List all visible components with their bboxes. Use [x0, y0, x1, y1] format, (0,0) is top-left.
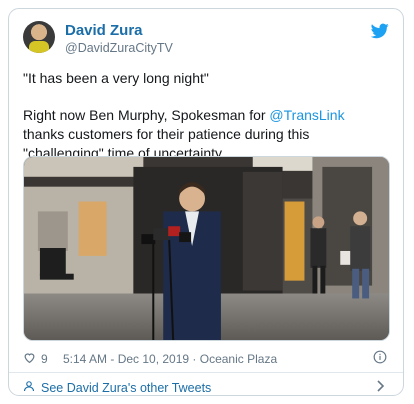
divider	[9, 372, 403, 373]
heart-icon[interactable]	[23, 351, 36, 364]
other-tweets-label[interactable]: See David Zura's other Tweets	[41, 381, 211, 395]
tweet-header: David Zura @DavidZuraCityTV	[23, 21, 389, 61]
tweet-meta: 9 5:14 AM - Dec 10, 2019 · Oceanic Plaza	[23, 350, 389, 368]
person-icon	[23, 381, 35, 392]
other-tweets-link[interactable]: See David Zura's other Tweets	[23, 377, 389, 395]
author-handle[interactable]: @DavidZuraCityTV	[65, 41, 173, 55]
mention-link[interactable]: @TransLink	[269, 107, 344, 123]
tweet-quote: "It has been a very long night"	[23, 70, 209, 86]
tweet-video-thumbnail[interactable]	[23, 156, 390, 341]
like-count[interactable]: 9	[41, 352, 48, 366]
embedded-tweet-card: David Zura @DavidZuraCityTV "It has been…	[8, 8, 404, 396]
tweet-body-start: Right now Ben Murphy, Spokesman for	[23, 107, 270, 123]
author-name[interactable]: David Zura	[65, 22, 143, 39]
avatar[interactable]	[23, 21, 55, 53]
info-icon[interactable]	[373, 350, 387, 364]
chevron-right-icon[interactable]	[377, 380, 385, 392]
tweet-timestamp[interactable]: 5:14 AM - Dec 10, 2019 · Oceanic Plaza	[63, 352, 277, 366]
twitter-bird-icon[interactable]	[371, 23, 389, 39]
tweet-body: Right now Ben Murphy, Spokesman for @Tra…	[23, 106, 385, 163]
